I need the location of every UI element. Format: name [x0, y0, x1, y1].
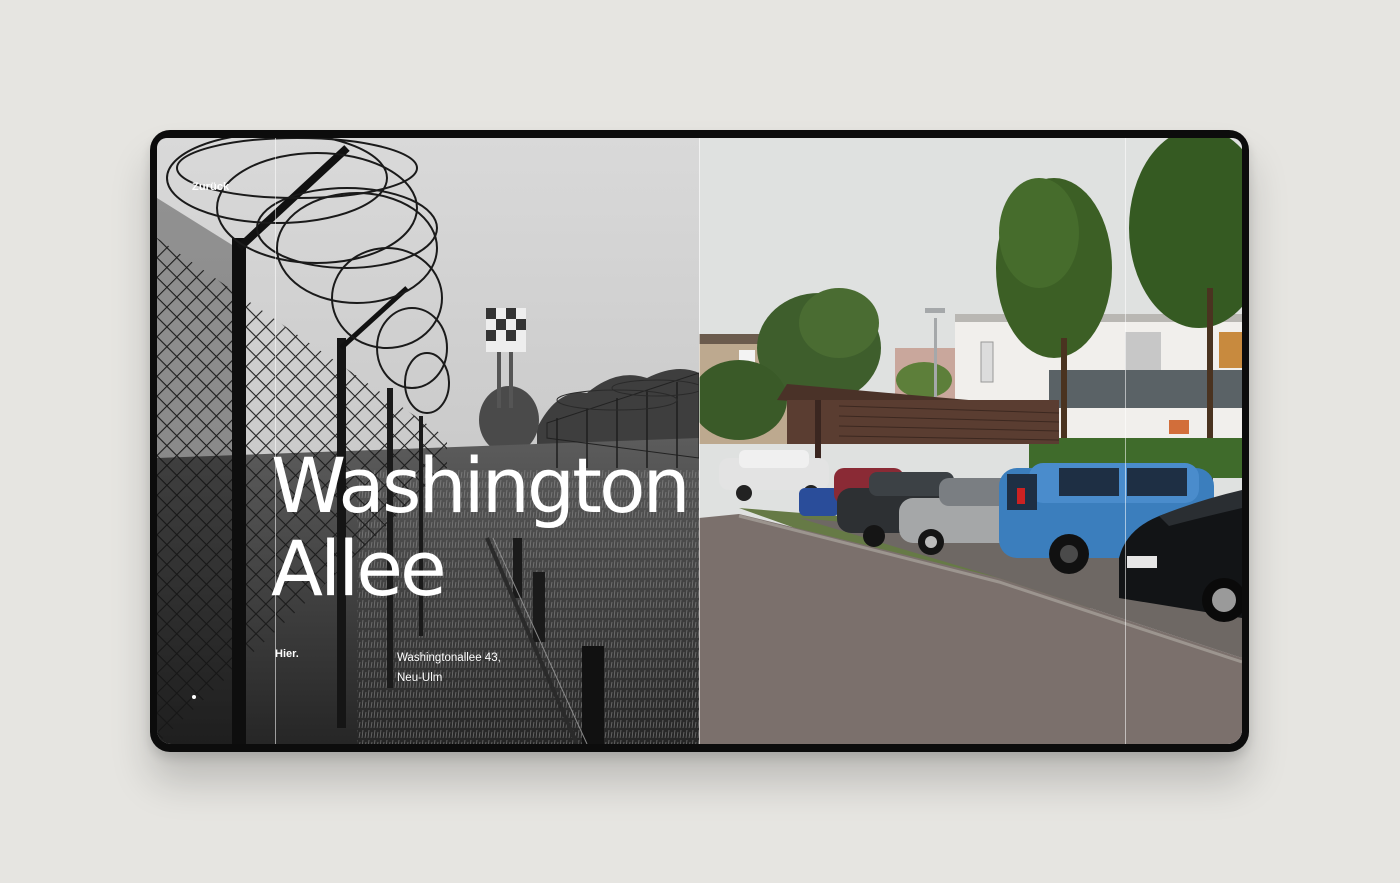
address-line: Washingtonallee 43, [397, 652, 501, 664]
title-line: Allee [271, 524, 447, 613]
present-day-photo [699, 138, 1242, 744]
device-frame: Zurück Washington Allee Hier. Washington… [150, 130, 1249, 752]
address: Washingtonallee 43, Neu-Ulm [397, 648, 501, 688]
grid-line [699, 138, 700, 744]
title-line: Washington [271, 441, 691, 530]
screen: Zurück Washington Allee Hier. Washington… [157, 138, 1242, 744]
slide-indicator-dot[interactable] [192, 695, 196, 699]
back-link[interactable]: Zurück [192, 181, 229, 193]
grid-line [1125, 138, 1126, 744]
page-title: Washington Allee [271, 441, 691, 613]
location-label: Hier. [275, 648, 299, 660]
address-line: Neu-Ulm [397, 672, 443, 684]
